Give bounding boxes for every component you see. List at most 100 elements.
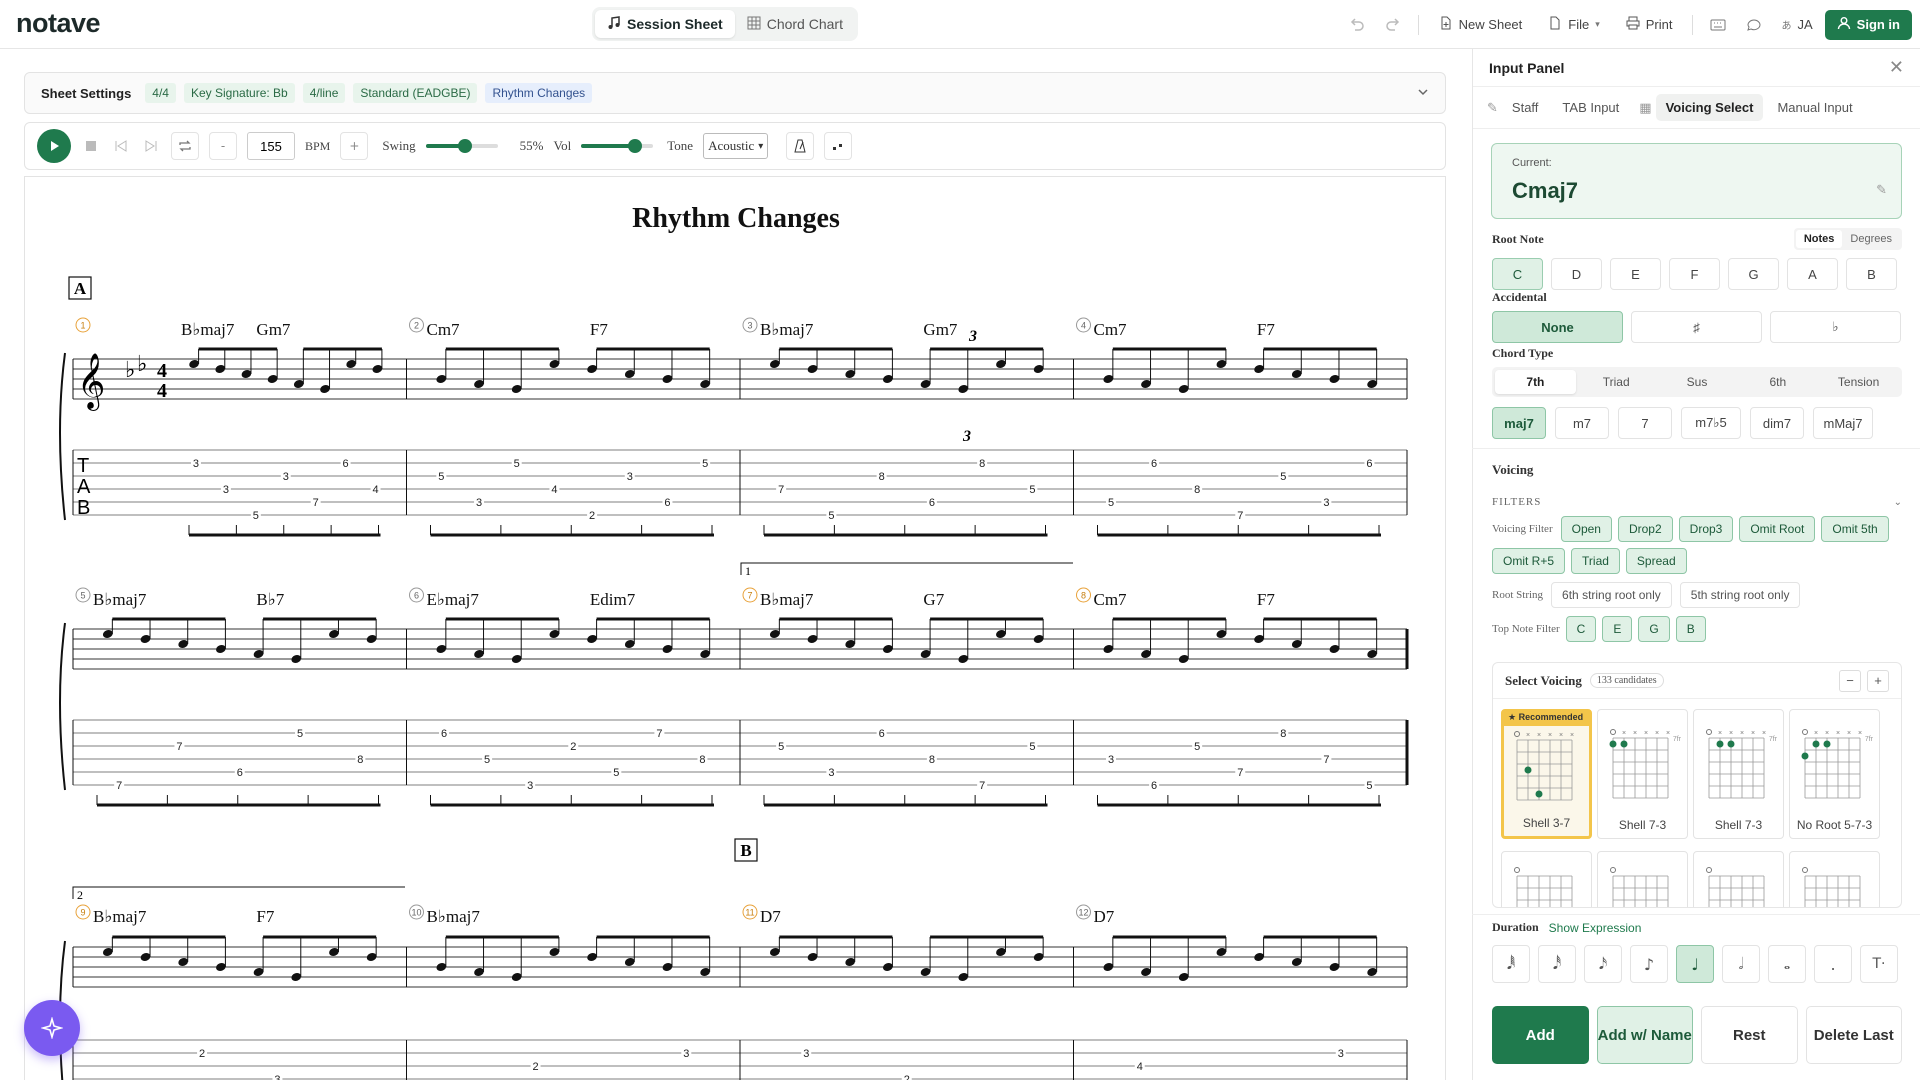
quality-maj7-button[interactable]: maj7 [1492, 407, 1546, 439]
quality-7-button[interactable]: 7 [1618, 407, 1672, 439]
language-button[interactable]: あ JA [1775, 10, 1818, 40]
swing-slider-knob[interactable] [458, 139, 473, 153]
top-note-g[interactable]: G [1638, 616, 1670, 642]
chord-type-triad[interactable]: Triad [1576, 370, 1657, 394]
root-g-button[interactable]: G [1728, 258, 1779, 290]
chord-type-7th[interactable]: 7th [1495, 370, 1576, 394]
zoom-in-button[interactable]: + [1867, 669, 1889, 692]
chord-type-sus[interactable]: Sus [1657, 370, 1738, 394]
ai-assistant-button[interactable] [24, 1000, 80, 1056]
loop-button[interactable] [171, 132, 199, 160]
duration-64th-button[interactable]: 𝅘𝅥𝅱 [1492, 945, 1530, 983]
voicing-card[interactable] [1693, 851, 1784, 907]
quality-dim7-button[interactable]: dim7 [1750, 407, 1804, 439]
root-e-button[interactable]: E [1610, 258, 1661, 290]
root-string-5th[interactable]: 5th string root only [1679, 582, 1801, 608]
count-in-button[interactable] [824, 132, 853, 160]
top-note-c[interactable]: C [1565, 616, 1597, 642]
redo-icon[interactable] [1378, 10, 1408, 40]
filter-spread[interactable]: Spread [1625, 548, 1687, 574]
duration-32nd-button[interactable]: 𝅘𝅥𝅰 [1538, 945, 1576, 983]
voicing-card[interactable] [1501, 851, 1592, 907]
triplet-button[interactable]: T· [1860, 945, 1898, 983]
duration-quarter-button[interactable]: ♩ [1676, 945, 1714, 983]
rest-button[interactable]: Rest [1701, 1006, 1798, 1064]
filter-omit-root[interactable]: Omit Root [1739, 516, 1816, 542]
filter-drop3[interactable]: Drop3 [1678, 516, 1734, 542]
score-sheet[interactable]: Rhythm Changes A B 𝄞 ♭ ♭ 4 4 T A B 1 B♭maj7 Gm7 3 3 5 3 7… [24, 176, 1446, 1080]
filter-open[interactable]: Open [1560, 516, 1612, 542]
stop-icon[interactable] [81, 140, 101, 152]
bpm-input[interactable] [247, 132, 295, 160]
chat-icon[interactable] [1739, 10, 1769, 40]
sign-in-button[interactable]: Sign in [1824, 9, 1912, 40]
tab-chord-chart[interactable]: Chord Chart [735, 10, 855, 38]
quality-mmaj7-button[interactable]: mMaj7 [1813, 407, 1873, 439]
tab-voicing-select[interactable]: Voicing Select [1655, 94, 1764, 121]
top-note-e[interactable]: E [1602, 616, 1633, 642]
show-expression-link[interactable]: Show Expression [1549, 921, 1642, 935]
notes-toggle[interactable]: Notes [1795, 230, 1843, 248]
root-string-6th[interactable]: 6th string root only [1551, 582, 1672, 608]
chevron-down-icon[interactable] [1417, 86, 1429, 101]
dot-button[interactable]: . [1814, 945, 1852, 983]
metronome-button[interactable] [786, 132, 815, 160]
degrees-toggle[interactable]: Degrees [1842, 230, 1900, 248]
filter-triad[interactable]: Triad [1571, 548, 1620, 574]
root-c-button[interactable]: C [1492, 258, 1543, 290]
tab-tab-input[interactable]: TAB Input [1552, 94, 1629, 121]
duration-half-button[interactable]: 𝅗𝅥 [1722, 945, 1760, 983]
close-icon[interactable]: ✕ [1889, 57, 1904, 78]
volume-slider-knob[interactable] [628, 139, 643, 153]
voicing-card[interactable] [1597, 851, 1688, 907]
skip-forward-icon[interactable] [141, 140, 161, 152]
add-with-name-button[interactable]: Add w/ Name [1596, 1006, 1693, 1064]
filters-header[interactable]: FILTERS ⌄ [1492, 496, 1902, 508]
undo-icon[interactable] [1342, 10, 1372, 40]
new-sheet-button[interactable]: New Sheet [1429, 10, 1533, 40]
delete-last-button[interactable]: Delete Last [1805, 1006, 1902, 1064]
accidental-flat-button[interactable]: ♭ [1770, 311, 1901, 343]
quality-m7-button[interactable]: m7 [1555, 407, 1609, 439]
voicing-card[interactable]: × × × × × 7fr No Root 5-7-3 [1789, 709, 1880, 839]
chord-type-tension[interactable]: Tension [1818, 370, 1899, 394]
top-note-b[interactable]: B [1675, 616, 1706, 642]
volume-slider[interactable] [581, 139, 654, 153]
tab-session-sheet[interactable]: Session Sheet [595, 10, 735, 38]
root-d-button[interactable]: D [1551, 258, 1602, 290]
filter-omit-r5[interactable]: Omit R+5 [1492, 548, 1566, 574]
sheet-settings-bar[interactable]: Sheet Settings 4/4 Key Signature: Bb 4/l… [24, 72, 1446, 114]
bpm-increase-button[interactable]: + [340, 132, 369, 160]
duration-8th-button[interactable]: ♪ [1630, 945, 1668, 983]
duration-16th-button[interactable]: 𝅘𝅥𝅯 [1584, 945, 1622, 983]
voicing-card[interactable]: × × × × × 7fr Shell 7-3 [1597, 709, 1688, 839]
tab-staff[interactable]: Staff [1502, 94, 1549, 121]
score-canvas[interactable]: AB𝄞 ♭ ♭ 44TAB1 B♭maj7 Gm733537642 Cm7 F75354236… [25, 177, 1446, 1080]
tone-select[interactable]: Acoustic ▾ [703, 133, 769, 159]
voicing-card[interactable] [1789, 851, 1880, 907]
app-logo[interactable]: notave [16, 8, 101, 39]
filter-omit-5th[interactable]: Omit 5th [1821, 516, 1889, 542]
root-b-button[interactable]: B [1846, 258, 1897, 290]
tab-manual-input[interactable]: Manual Input [1767, 94, 1862, 121]
play-button[interactable] [37, 129, 71, 163]
swing-slider[interactable] [425, 139, 498, 153]
bpm-decrease-button[interactable]: - [209, 132, 237, 160]
add-button[interactable]: Add [1492, 1006, 1589, 1064]
skip-back-icon[interactable] [111, 140, 131, 152]
quality-m7b5-button[interactable]: m7♭5 [1681, 407, 1741, 439]
accidental-sharp-button[interactable]: ♯ [1631, 311, 1762, 343]
chord-type-6th[interactable]: 6th [1737, 370, 1818, 394]
print-button[interactable]: Print [1616, 10, 1683, 40]
edit-icon[interactable]: ✎ [1876, 182, 1887, 198]
root-f-button[interactable]: F [1669, 258, 1720, 290]
zoom-out-button[interactable]: − [1839, 669, 1861, 692]
filter-drop2[interactable]: Drop2 [1617, 516, 1673, 542]
accidental-none-button[interactable]: None [1492, 311, 1623, 343]
voicing-card[interactable]: ★ Recommended × × × × × Shell 3-7 [1501, 709, 1592, 839]
duration-whole-button[interactable]: 𝅝 [1768, 945, 1806, 983]
file-menu-button[interactable]: File ▾ [1538, 10, 1609, 40]
keyboard-icon[interactable] [1703, 10, 1733, 40]
voicing-card[interactable]: × × × × × 7fr Shell 7-3 [1693, 709, 1784, 839]
root-a-button[interactable]: A [1787, 258, 1838, 290]
